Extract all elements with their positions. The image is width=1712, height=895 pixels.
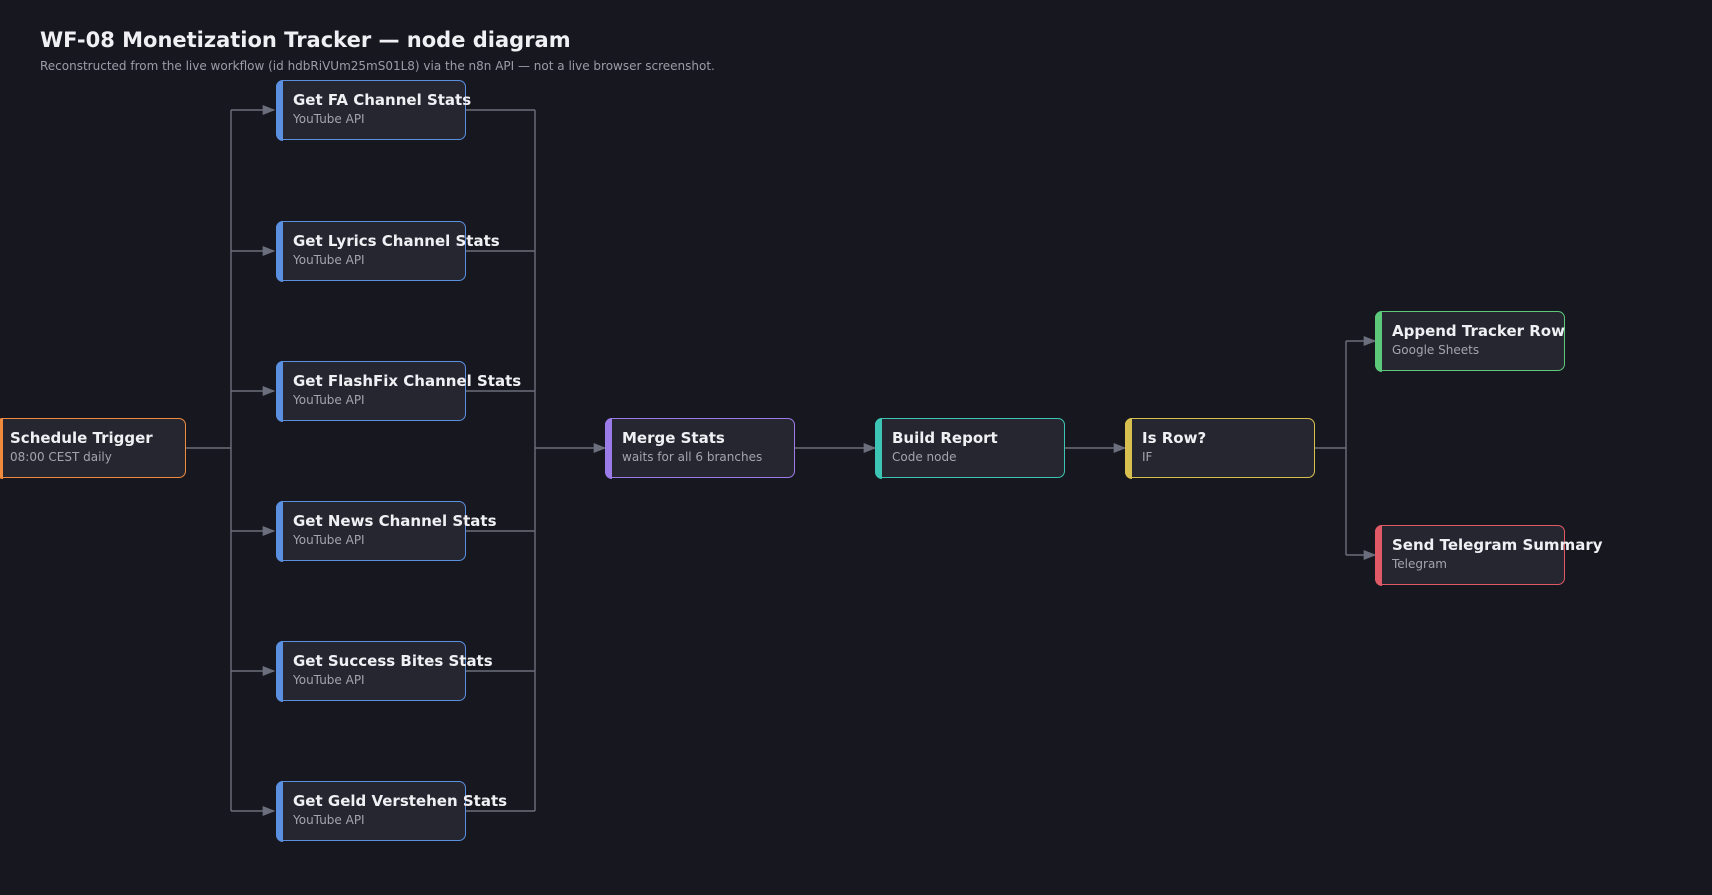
node-is-row[interactable]: Is Row? IF — [1124, 417, 1315, 479]
node-title: Get Geld Verstehen Stats — [293, 792, 508, 810]
connection-lines — [185, 104, 1377, 817]
node-get-news-channel-stats[interactable]: Get News Channel Stats YouTube API — [275, 500, 497, 562]
node-title: Get News Channel Stats — [293, 512, 497, 530]
node-accent-bar — [604, 417, 612, 479]
node-subtitle: YouTube API — [293, 533, 365, 547]
node-accent-bar — [275, 640, 283, 702]
node-schedule-trigger[interactable]: Schedule Trigger 08:00 CEST daily — [0, 417, 186, 479]
node-subtitle: YouTube API — [293, 112, 365, 126]
node-title: Append Tracker Row — [1392, 322, 1565, 340]
node-send-telegram-summary[interactable]: Send Telegram Summary Telegram — [1374, 524, 1603, 586]
node-accent-bar — [275, 79, 283, 141]
node-title: Get Success Bites Stats — [293, 652, 493, 670]
node-accent-bar — [275, 220, 283, 282]
node-accent-bar — [874, 417, 882, 479]
node-title: Get FlashFix Channel Stats — [293, 372, 522, 390]
node-accent-bar — [1374, 310, 1382, 372]
node-append-tracker-row[interactable]: Append Tracker Row Google Sheets — [1374, 310, 1565, 372]
node-title: Send Telegram Summary — [1392, 536, 1603, 554]
node-subtitle: YouTube API — [293, 813, 365, 827]
node-subtitle: Code node — [892, 450, 957, 464]
node-title: Get FA Channel Stats — [293, 91, 472, 109]
node-title: Merge Stats — [622, 429, 725, 447]
node-subtitle: Telegram — [1392, 557, 1447, 571]
node-merge-stats[interactable]: Merge Stats waits for all 6 branches — [604, 417, 795, 479]
node-title: Schedule Trigger — [10, 429, 153, 447]
node-get-lyrics-channel-stats[interactable]: Get Lyrics Channel Stats YouTube API — [275, 220, 500, 282]
node-title: Is Row? — [1142, 429, 1207, 447]
node-accent-bar — [275, 780, 283, 842]
node-subtitle: YouTube API — [293, 393, 365, 407]
node-subtitle: 08:00 CEST daily — [10, 450, 112, 464]
node-accent-bar — [0, 417, 3, 479]
node-title: Get Lyrics Channel Stats — [293, 232, 500, 250]
node-accent-bar — [275, 360, 283, 422]
node-subtitle: waits for all 6 branches — [622, 450, 763, 464]
node-accent-bar — [1124, 417, 1132, 479]
node-accent-bar — [1374, 524, 1382, 586]
node-subtitle: Google Sheets — [1392, 343, 1480, 357]
node-accent-bar — [275, 500, 283, 562]
node-subtitle: IF — [1142, 450, 1153, 464]
node-build-report[interactable]: Build Report Code node — [874, 417, 1065, 479]
node-get-flashfix-channel-stats[interactable]: Get FlashFix Channel Stats YouTube API — [275, 360, 521, 422]
node-get-fa-channel-stats[interactable]: Get FA Channel Stats YouTube API — [275, 79, 471, 141]
node-title: Build Report — [892, 429, 998, 447]
node-subtitle: YouTube API — [293, 673, 365, 687]
node-get-success-bites-stats[interactable]: Get Success Bites Stats YouTube API — [275, 640, 493, 702]
node-get-geld-verstehen-stats[interactable]: Get Geld Verstehen Stats YouTube API — [275, 780, 507, 842]
node-subtitle: YouTube API — [293, 253, 365, 267]
